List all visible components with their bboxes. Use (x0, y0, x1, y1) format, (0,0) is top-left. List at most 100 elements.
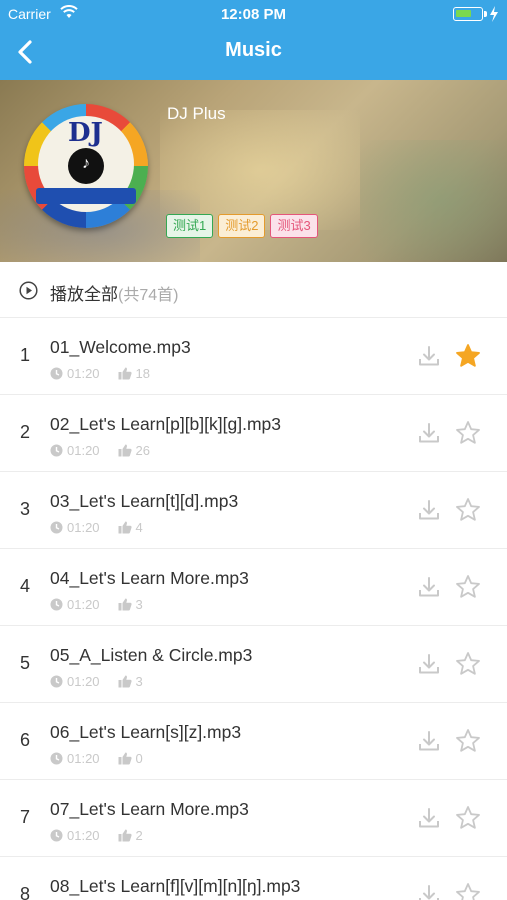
star-icon[interactable] (455, 420, 481, 446)
status-bar: Carrier 12:08 PM (0, 0, 507, 28)
track-index: 7 (19, 807, 30, 827)
star-icon[interactable] (455, 651, 481, 677)
track-index: 5 (19, 653, 30, 673)
download-icon[interactable] (417, 806, 441, 830)
track-row[interactable]: 1 01_Welcome.mp3 01:20 18 (0, 318, 507, 395)
navigation-bar: Music (0, 28, 507, 80)
download-icon[interactable] (417, 729, 441, 753)
track-like-count: 3 (135, 674, 143, 689)
track-like-count: 18 (135, 366, 151, 381)
track-name: 07_Let's Learn More.mp3 (50, 799, 249, 819)
star-filled-icon[interactable] (455, 343, 481, 369)
album-cover-title: DJ (68, 118, 103, 148)
track-like-count: 3 (135, 597, 143, 612)
track-meta: 01:20 4 (50, 520, 143, 535)
track-duration: 01:20 (67, 828, 100, 843)
track-name: 05_A_Listen & Circle.mp3 (50, 645, 253, 665)
play-all-text: 播放全部 (50, 285, 118, 304)
download-icon[interactable] (417, 344, 441, 368)
track-name: 04_Let's Learn More.mp3 (50, 568, 249, 588)
track-meta: 01:20 3 (50, 674, 143, 689)
track-likes: 3 (118, 597, 143, 612)
track-row[interactable]: 5 05_A_Listen & Circle.mp3 01:20 3 (0, 626, 507, 703)
download-icon[interactable] (417, 883, 441, 900)
track-index: 4 (19, 576, 30, 596)
play-circle-icon (19, 281, 38, 300)
battery-icon (453, 7, 487, 21)
thumbs-up-icon (118, 521, 132, 534)
thumbs-up-icon (118, 675, 132, 688)
track-index: 8 (19, 884, 30, 900)
album-tag[interactable]: 测试1 (166, 214, 214, 238)
track-list: 1 01_Welcome.mp3 01:20 18 2 02_Let's Learn[p]… (0, 318, 507, 900)
play-all-label: 播放全部(共74首) (50, 280, 178, 305)
track-duration: 01:20 (67, 520, 100, 535)
track-row[interactable]: 2 02_Let's Learn[p][b][k][g].mp3 01:20 26 (0, 395, 507, 472)
star-icon[interactable] (455, 805, 481, 831)
track-likes: 3 (118, 674, 143, 689)
track-meta: 01:20 26 (50, 443, 150, 458)
thumbs-up-icon (118, 367, 132, 380)
album-tags: 测试1 测试2 测试3 (166, 214, 323, 238)
top-bar: Carrier 12:08 PM Music (0, 0, 507, 80)
download-icon[interactable] (417, 421, 441, 445)
thumbs-up-icon (118, 444, 132, 457)
track-name: 03_Let's Learn[t][d].mp3 (50, 491, 239, 511)
star-icon[interactable] (455, 497, 481, 523)
star-icon[interactable] (455, 574, 481, 600)
download-icon[interactable] (417, 575, 441, 599)
track-duration: 01:20 (67, 597, 100, 612)
track-meta: 01:20 0 (50, 751, 143, 766)
charging-icon (490, 6, 498, 22)
track-name: 02_Let's Learn[p][b][k][g].mp3 (50, 414, 281, 434)
track-meta: 01:20 2 (50, 828, 143, 843)
clock-icon (50, 444, 63, 457)
track-index: 3 (19, 499, 30, 519)
track-duration: 01:20 (67, 443, 100, 458)
album-cover: DJ ♪ (24, 104, 148, 232)
track-like-count: 2 (135, 828, 143, 843)
track-row[interactable]: 4 04_Let's Learn More.mp3 01:20 3 (0, 549, 507, 626)
track-name: 08_Let's Learn[f][v][m][n][ŋ].mp3 (50, 876, 301, 896)
thumbs-up-icon (118, 829, 132, 842)
play-all-button[interactable]: 播放全部(共74首) (0, 262, 507, 318)
album-name: DJ Plus (167, 104, 226, 123)
track-likes: 26 (118, 443, 150, 458)
track-name: 01_Welcome.mp3 (50, 337, 191, 357)
thumbs-up-icon (118, 598, 132, 611)
star-icon[interactable] (455, 728, 481, 754)
clock-icon (50, 598, 63, 611)
track-duration: 01:20 (67, 674, 100, 689)
track-count: (共74首) (118, 287, 179, 304)
track-likes: 4 (118, 520, 143, 535)
track-row[interactable]: 3 03_Let's Learn[t][d].mp3 01:20 4 (0, 472, 507, 549)
download-icon[interactable] (417, 498, 441, 522)
track-like-count: 0 (135, 751, 143, 766)
album-header: DJ ♪ DJ Plus 测试1 测试2 测试3 (0, 80, 507, 262)
track-index: 2 (19, 422, 30, 442)
clock-icon (50, 829, 63, 842)
album-tag[interactable]: 测试3 (270, 214, 318, 238)
track-meta: 01:20 18 (50, 366, 150, 381)
track-index: 6 (19, 730, 30, 750)
page-title: Music (225, 39, 282, 61)
thumbs-up-icon (118, 752, 132, 765)
track-duration: 01:20 (67, 366, 100, 381)
download-icon[interactable] (417, 652, 441, 676)
clock-icon (50, 675, 63, 688)
track-row[interactable]: 808_Let's Learn[f][v][m][n][ŋ].mp301:20 (0, 857, 507, 900)
track-like-count: 26 (135, 443, 151, 458)
album-tag[interactable]: 测试2 (218, 214, 266, 238)
track-name: 06_Let's Learn[s][z].mp3 (50, 722, 242, 742)
track-meta: 01:20 3 (50, 597, 143, 612)
track-likes: 0 (118, 751, 143, 766)
clock-icon (50, 752, 63, 765)
star-icon[interactable] (455, 882, 481, 900)
track-index: 1 (19, 345, 30, 365)
track-row[interactable]: 6 06_Let's Learn[s][z].mp3 01:20 0 (0, 703, 507, 780)
clock-icon (50, 521, 63, 534)
track-row[interactable]: 7 07_Let's Learn More.mp3 01:20 2 (0, 780, 507, 857)
track-like-count: 4 (135, 520, 143, 535)
track-likes: 18 (118, 366, 150, 381)
track-likes: 2 (118, 828, 143, 843)
